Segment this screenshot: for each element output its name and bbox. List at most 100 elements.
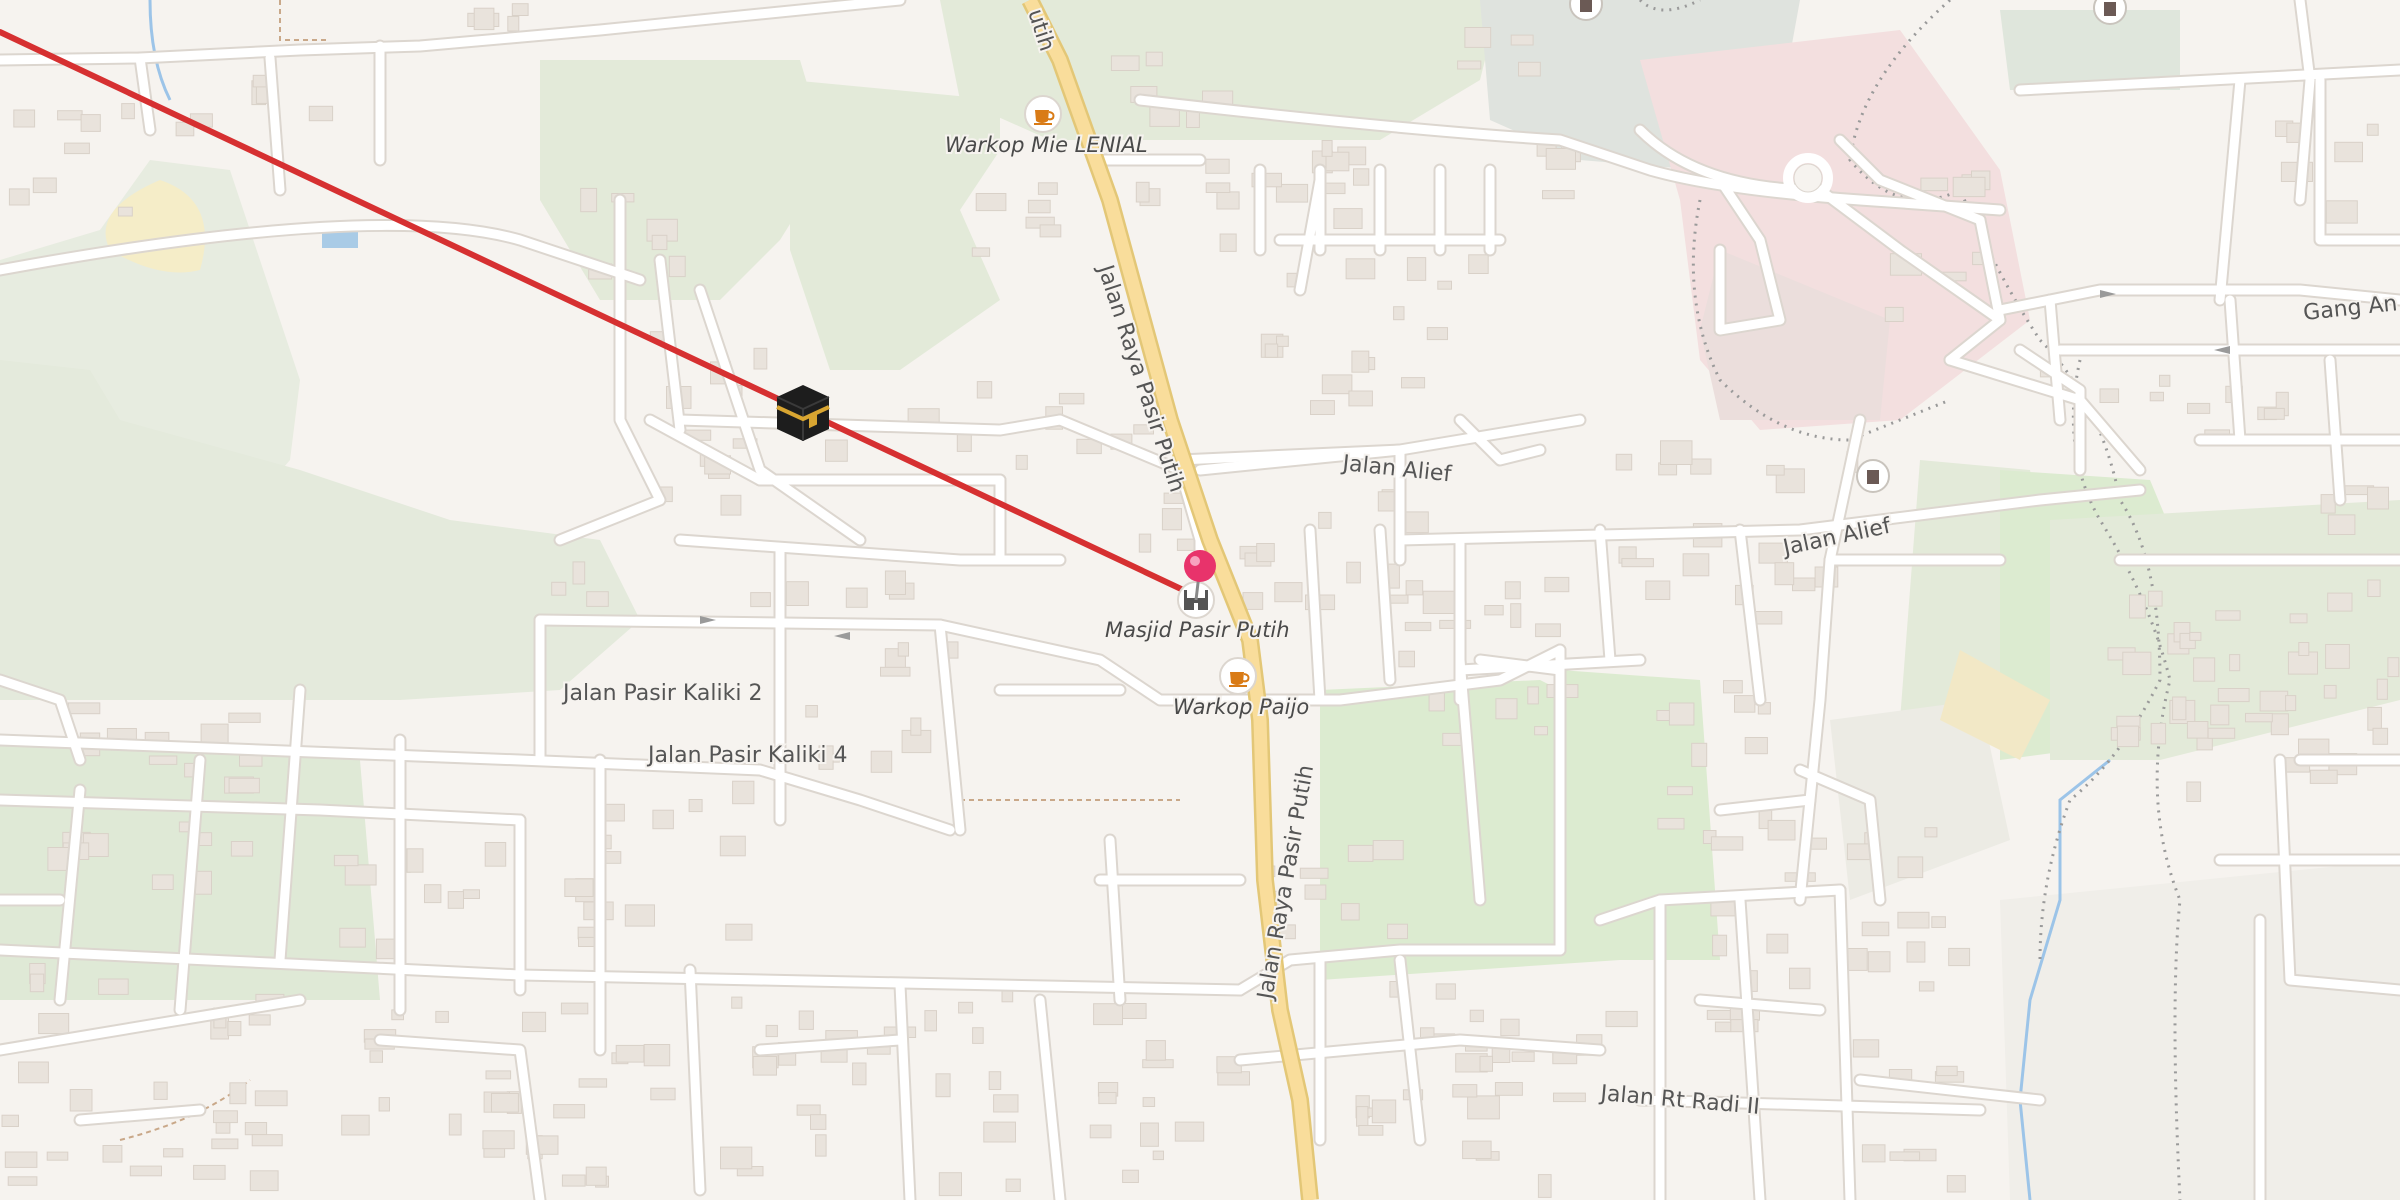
- building: [897, 642, 910, 657]
- building: [1467, 1095, 1500, 1120]
- building: [1691, 742, 1708, 767]
- building: [650, 1087, 676, 1101]
- building: [378, 1097, 391, 1112]
- road-label-jalan-pasir-kaliki-2: Jalan Pasir Kaliki 2: [561, 681, 762, 706]
- building: [935, 1073, 951, 1098]
- building: [1398, 650, 1416, 668]
- building: [230, 841, 254, 857]
- building: [1299, 867, 1329, 879]
- building: [484, 842, 507, 867]
- building: [924, 1010, 938, 1032]
- building: [67, 702, 101, 715]
- building: [211, 1138, 239, 1150]
- building: [1690, 458, 1712, 475]
- building: [750, 592, 771, 608]
- building: [98, 978, 129, 995]
- building: [725, 923, 753, 941]
- building: [1058, 392, 1085, 405]
- building: [1142, 1097, 1156, 1107]
- building: [1135, 181, 1150, 203]
- shelter-poi-2[interactable]: [2093, 0, 2127, 25]
- building: [560, 1002, 589, 1015]
- building: [2186, 721, 2209, 739]
- building: [7, 1176, 38, 1186]
- building: [1789, 967, 1811, 990]
- building: [1027, 199, 1051, 214]
- building: [2285, 695, 2297, 712]
- building: [339, 927, 366, 948]
- building: [2327, 592, 2353, 612]
- building: [1264, 343, 1279, 358]
- building: [785, 581, 809, 607]
- building: [1324, 182, 1346, 195]
- building: [148, 755, 178, 765]
- map-canvas[interactable]: utih Jalan Raya Pasir Putih Jalan Raya P…: [0, 0, 2400, 1200]
- building: [1437, 280, 1453, 290]
- building: [938, 1172, 962, 1197]
- building: [1468, 254, 1489, 275]
- building: [1457, 60, 1482, 70]
- building: [1093, 1003, 1123, 1026]
- building: [572, 561, 586, 585]
- building: [485, 1070, 512, 1080]
- building: [1510, 34, 1534, 46]
- building: [1469, 1009, 1484, 1023]
- building: [1442, 732, 1462, 746]
- building: [1544, 576, 1570, 593]
- building: [1351, 350, 1370, 373]
- building: [1861, 1144, 1886, 1163]
- building: [1766, 464, 1785, 476]
- shelter-poi-3[interactable]: [1856, 459, 1890, 493]
- building: [1110, 55, 1140, 72]
- building: [1405, 580, 1424, 596]
- building: [1744, 737, 1768, 755]
- building: [1387, 923, 1408, 940]
- building: [884, 570, 907, 595]
- building: [2229, 654, 2241, 672]
- building: [2263, 407, 2285, 420]
- building: [624, 904, 655, 927]
- building: [1710, 836, 1744, 851]
- building: [564, 878, 594, 898]
- building: [1140, 1122, 1159, 1147]
- building: [1406, 257, 1427, 281]
- building: [333, 854, 359, 867]
- building: [1318, 511, 1332, 529]
- building: [1205, 158, 1230, 174]
- building: [2366, 123, 2379, 136]
- building: [2150, 722, 2167, 745]
- building: [1510, 603, 1522, 628]
- building: [1897, 856, 1924, 879]
- building: [491, 1093, 519, 1113]
- building: [2367, 486, 2389, 510]
- building: [1321, 374, 1353, 395]
- building: [1345, 258, 1376, 280]
- building: [1371, 1099, 1397, 1124]
- poi-cafe-paijo[interactable]: [1219, 657, 1257, 695]
- building: [1119, 1003, 1147, 1019]
- building: [2189, 631, 2202, 641]
- building: [1174, 1121, 1205, 1142]
- kaaba-icon[interactable]: [776, 385, 830, 441]
- building: [580, 187, 598, 213]
- building: [796, 1104, 821, 1116]
- building: [615, 1044, 645, 1063]
- building: [1122, 1169, 1139, 1183]
- building: [1537, 1174, 1552, 1198]
- building: [228, 777, 260, 794]
- building: [121, 103, 135, 120]
- building: [1015, 454, 1028, 470]
- building: [4, 1151, 38, 1168]
- building: [2122, 651, 2152, 676]
- building: [1005, 1178, 1021, 1192]
- building: [448, 1113, 462, 1136]
- building: [553, 1104, 586, 1119]
- poi-cafe-top[interactable]: [1024, 95, 1062, 133]
- poi-label-warkop-paijo: Warkop Paijo: [1173, 695, 1309, 719]
- building: [720, 494, 742, 516]
- building: [424, 884, 442, 904]
- building: [239, 754, 263, 767]
- poi-label-masjid-pasir-putih: Masjid Pasir Putih: [1105, 618, 1290, 642]
- building: [586, 591, 609, 607]
- building: [1304, 884, 1327, 900]
